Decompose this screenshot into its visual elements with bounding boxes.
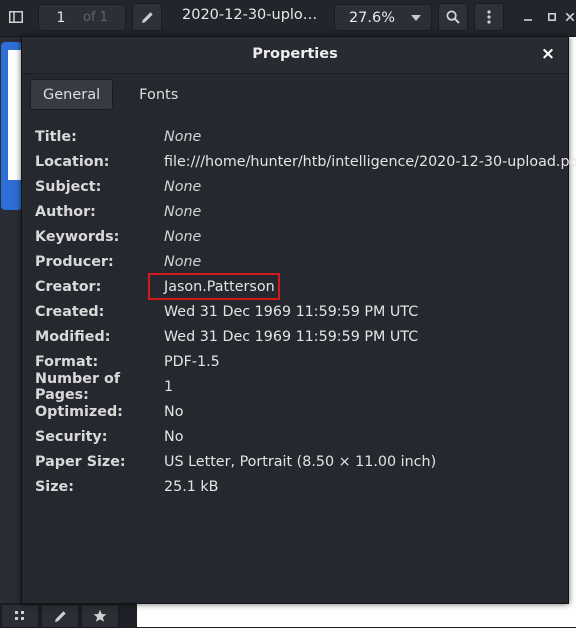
property-value: None [164,228,202,245]
main-toolbar: 1 of 1 2020-12-30-uploa... 27.6% [0,0,576,37]
zoom-selector[interactable]: 27.6% [334,4,432,31]
dialog-header: Properties × [22,37,568,74]
tab-general[interactable]: General [30,79,114,110]
property-value: None [164,178,202,195]
tab-fonts[interactable]: Fonts [115,79,190,110]
minimize-button[interactable] [518,3,538,31]
page-number-entry[interactable]: 1 of 1 [38,4,126,31]
sidebar-toggle-icon [9,11,23,23]
document-canvas-bottom [137,603,576,627]
property-label: Title: [35,128,77,145]
property-row-author: Author: None [35,199,576,224]
property-label: Subject: [35,178,102,195]
kebab-menu-icon [487,10,491,24]
property-row-title: Title: None [35,124,576,149]
property-value: No [164,403,184,420]
dialog-title: Properties [252,46,338,62]
property-row-created: Created: Wed 31 Dec 1969 11:59:59 PM UTC [35,299,576,324]
property-label: Paper Size: [35,453,126,470]
thumbnails-button[interactable] [1,604,39,628]
properties-dialog: Properties × General Fonts Title: None L… [21,36,576,604]
page-thumbnail[interactable] [8,50,22,180]
property-row-size: Size: 25.1 kB [35,474,576,499]
document-title: 2020-12-30-uploa... [182,7,322,23]
annotate-icon [54,610,66,622]
property-value: PDF-1.5 [164,353,220,370]
property-label: Number of Pages: [35,370,121,403]
property-label: Producer: [35,253,114,270]
property-label: Size: [35,478,74,495]
bookmarks-button[interactable] [81,604,119,628]
annotations-button[interactable] [41,604,79,628]
property-value: 25.1 kB [164,478,219,495]
property-row-optimized: Optimized: No [35,399,576,424]
close-icon [565,13,574,21]
page-number-value[interactable]: 1 [39,10,83,26]
creator-highlight-box [148,273,280,300]
property-row-security: Security: No [35,424,576,449]
property-label: Modified: [35,328,111,345]
maximize-button[interactable] [543,3,561,31]
sidebar-toggle-button[interactable] [4,3,28,31]
property-label: Location: [35,153,110,170]
pencil-icon [141,11,153,23]
property-label: Optimized: [35,403,123,420]
zoom-level: 27.6% [348,9,396,26]
minimize-icon [524,19,532,21]
property-value: None [164,128,202,145]
property-label: Created: [35,303,105,320]
property-label: Security: [35,428,108,445]
thumbnails-icon [15,611,24,620]
property-row-pages: Number of Pages: 1 [35,371,576,403]
property-value: None [164,253,202,270]
property-value: Wed 31 Dec 1969 11:59:59 PM UTC [164,303,419,320]
maximize-icon [548,13,556,21]
window-close-button[interactable] [563,3,576,31]
menu-button[interactable] [474,3,504,31]
bookmark-star-icon [93,609,107,622]
property-value: Wed 31 Dec 1969 11:59:59 PM UTC [164,328,419,345]
properties-tabs: General Fonts [30,79,192,111]
search-icon [446,10,460,24]
property-value: None [164,203,202,220]
property-row-paper-size: Paper Size: US Letter, Portrait (8.50 × … [35,449,576,474]
property-row-creator: Creator: Jason.Patterson [35,274,576,299]
property-value: No [164,428,184,445]
property-value: file:///home/hunter/htb/intelligence/202… [164,153,576,170]
property-label: Author: [35,203,96,220]
property-label: Creator: [35,278,102,295]
dialog-close-button[interactable]: × [540,46,556,63]
property-row-modified: Modified: Wed 31 Dec 1969 11:59:59 PM UT… [35,324,576,349]
property-label: Keywords: [35,228,120,245]
annotate-button[interactable] [132,3,162,31]
property-value: 1 [164,378,174,395]
properties-list: Title: None Location: file:///home/hunte… [35,124,576,499]
property-row-keywords: Keywords: None [35,224,576,249]
page-total-label: of 1 [83,10,108,25]
property-label: Format: [35,353,99,370]
property-row-subject: Subject: None [35,174,576,199]
property-row-producer: Producer: None [35,249,576,274]
search-button[interactable] [438,3,468,31]
property-row-location: Location: file:///home/hunter/htb/intell… [35,149,576,174]
chevron-down-icon [411,14,421,21]
property-value: US Letter, Portrait (8.50 × 11.00 inch) [164,453,437,470]
